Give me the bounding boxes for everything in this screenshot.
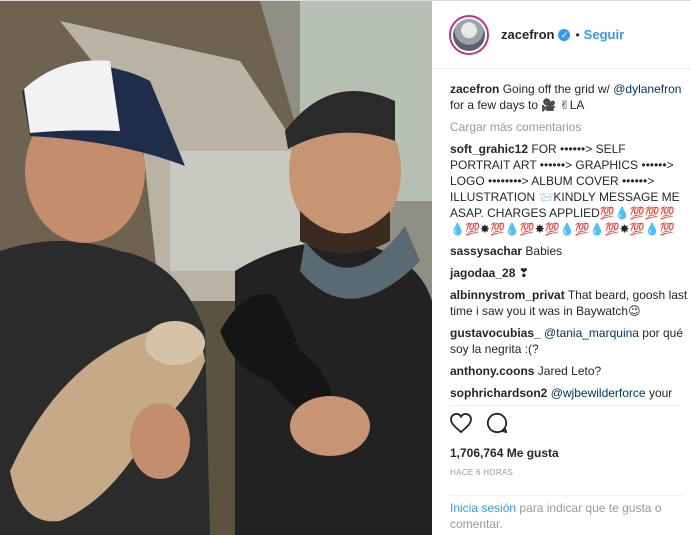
list-item: jagodaa_28 ❣: [450, 265, 688, 281]
comment-text: your: [648, 386, 673, 400]
verified-badge-icon: ✓: [558, 28, 571, 41]
comment-text: ❣: [518, 266, 529, 280]
caption: zacefron Going off the grid w/ @dylanefr…: [450, 81, 688, 113]
post-timestamp[interactable]: HACE 6 HORAS: [450, 468, 680, 477]
caption-username[interactable]: zacefron: [450, 82, 499, 96]
comment-username[interactable]: soft_grahic12: [450, 142, 528, 156]
header-separator: •: [575, 27, 580, 42]
list-item: sophrichardson2 @wjbewilderforce your: [450, 385, 688, 401]
comment-username[interactable]: anthony.coons: [450, 364, 534, 378]
comment-text: FOR ••••••> SELF PORTRAIT ART ••••••> GR…: [450, 142, 680, 236]
avatar[interactable]: [449, 14, 489, 55]
post-header: zacefron ✓ • Seguir: [432, 1, 691, 69]
comment-text: Jared Leto?: [537, 364, 602, 378]
caption-text: Going off the grid w/: [502, 82, 610, 96]
list-item: albinnystrom_privat That beard, goosh la…: [450, 287, 688, 319]
post-sidebar: zacefron ✓ • Seguir zacefron Going off t…: [432, 1, 691, 535]
post-actions: 1,706,764 Me gusta HACE 6 HORAS: [450, 405, 680, 477]
login-prompt: Inicia sesión para indicar que te gusta …: [450, 495, 684, 532]
comment-mention[interactable]: @tania_marquina: [544, 326, 639, 340]
list-item: sassysachar Babies: [450, 243, 688, 259]
login-prompt-text: Inicia sesión para indicar que te gusta …: [450, 496, 684, 532]
heart-icon-svg: [450, 412, 472, 433]
action-icons: [450, 412, 680, 436]
list-item: soft_grahic12 FOR ••••••> SELF PORTRAIT …: [450, 141, 688, 237]
photo-illustration: [0, 1, 432, 535]
comment-username[interactable]: gustavocubias_: [450, 326, 541, 340]
comment-list: zacefron Going off the grid w/ @dylanefr…: [450, 81, 688, 407]
comment-mention[interactable]: @wjbewilderforce: [551, 386, 646, 400]
heart-icon[interactable]: [450, 412, 472, 436]
list-item: gustavocubias_ @tania_marquina por qué s…: [450, 325, 688, 357]
comment-text: Babies: [525, 244, 563, 258]
likes-count[interactable]: 1,706,764 Me gusta: [450, 446, 680, 460]
post-frame: zacefron ✓ • Seguir zacefron Going off t…: [0, 0, 691, 535]
caption-text-end: for a few days to 🎥 ✌LA: [450, 98, 585, 112]
post-photo[interactable]: [0, 1, 432, 535]
header-username[interactable]: zacefron: [501, 27, 554, 42]
comment-username[interactable]: jagodaa_28: [450, 266, 515, 280]
comment-username[interactable]: sassysachar: [450, 244, 522, 258]
comment-icon-svg: [486, 412, 508, 433]
follow-button[interactable]: Seguir: [584, 27, 624, 42]
login-link[interactable]: Inicia sesión: [450, 501, 516, 515]
comment-username[interactable]: sophrichardson2: [450, 386, 547, 400]
caption-mention[interactable]: @dylanefron: [613, 82, 681, 96]
comment-icon[interactable]: [486, 412, 508, 437]
avatar-image: [453, 18, 485, 51]
load-more-comments[interactable]: Cargar más comentarios: [450, 119, 688, 135]
list-item: anthony.coons Jared Leto?: [450, 363, 688, 379]
comment-username[interactable]: albinnystrom_privat: [450, 288, 565, 302]
